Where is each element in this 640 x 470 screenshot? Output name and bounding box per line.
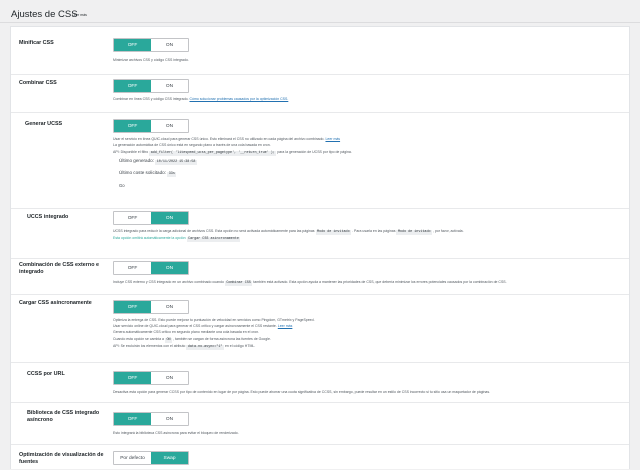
generate-ucss-api-code: add_filter( 'litespeed_ucss_per_pagetype… (149, 151, 277, 156)
ccss-per-url-description: Desactiva esta opción para generar CCSS … (113, 390, 491, 394)
ucss-inline-description-2: Esta opción omitirá automáticamente la o… (113, 235, 241, 242)
combine-external-inline-on-option[interactable]: ON (151, 262, 188, 274)
setting-row-combine-css: Combinar CSS OFF ON Combinar en línea CS… (11, 75, 629, 113)
combine-css-toggle[interactable]: OFF ON (113, 79, 189, 93)
async-inline-lib-off-option[interactable]: OFF (114, 413, 151, 425)
minify-css-off-option[interactable]: OFF (114, 39, 151, 51)
ucss-inline-off-option[interactable]: OFF (114, 212, 151, 224)
font-display-toggle[interactable]: Por defecto Swap (113, 451, 189, 465)
ucss-last-requested: Último coste solicitado: 33s (119, 170, 177, 177)
async-css-desc5-text: API: Se excluirán los elementos con el a… (113, 344, 186, 348)
combine-external-combine-code: Combinar CSS (224, 281, 253, 286)
minify-css-description: Minimizar archivos CSS y código CSS inte… (113, 58, 189, 62)
setting-row-ccss-per-url: CCSS por URL OFF ON Desactiva esta opció… (11, 363, 629, 403)
generate-ucss-description-3: API: Disponible el filtro add_filter( 'l… (113, 149, 352, 156)
combine-external-inline-description: Incluye CSS externo y CSS integrado en u… (113, 279, 507, 286)
ucss-inline-desc-text-post: , por favor, actívala. (433, 229, 464, 233)
ccss-per-url-label: CCSS por URL (27, 371, 65, 377)
combine-css-description: Combinar en línea CSS y código CSS integ… (113, 96, 288, 102)
combine-external-desc-text-post: también está activado. Esta opción ayuda… (253, 280, 507, 284)
ucss-inline-description-1: UCSS integrado para reducir la carga adi… (113, 228, 464, 235)
combine-css-description-text: Combinar en línea CSS y código CSS integ… (113, 97, 189, 101)
font-display-default-option[interactable]: Por defecto (114, 452, 151, 464)
combine-css-off-option[interactable]: OFF (114, 80, 151, 92)
async-css-description-3: Genera automáticamente CSS crítico en se… (113, 330, 260, 334)
ccss-per-url-on-option[interactable]: ON (151, 372, 188, 384)
ccss-per-url-toggle[interactable]: OFF ON (113, 371, 189, 385)
async-css-description-4: Cuando esta opción se cambia a ON , tamb… (113, 336, 271, 343)
ucss-last-requested-label: Último coste solicitado: (119, 170, 166, 175)
settings-panel: Minificar CSS OFF ON Minimizar archivos … (10, 26, 630, 469)
page-title: Ajustes de CSS (11, 9, 78, 20)
async-inline-lib-description: Esto integrará la biblioteca CSS asíncro… (113, 431, 239, 435)
generate-ucss-description-1-text: Usar el servicio en línea QUIC.cloud par… (113, 137, 325, 141)
async-css-desc4-text: Cuando esta opción se cambia a (113, 337, 164, 341)
ucss-inline-desc-text: UCSS integrado para reducir la carga adi… (113, 229, 315, 233)
setting-row-ucss-inline: UCCS integrado OFF ON UCSS integrado par… (11, 209, 629, 259)
ucss-last-generated: Último generado: 10/11/2022 15:38:58 (119, 158, 197, 165)
combine-css-troubleshoot-link[interactable]: Cómo solucionar problemas causados por l… (189, 97, 288, 101)
minify-css-toggle[interactable]: OFF ON (113, 38, 189, 52)
ucss-inline-toggle[interactable]: OFF ON (113, 211, 189, 225)
generate-ucss-api-text: API: Disponible el filtro (113, 150, 149, 154)
generate-ucss-toggle[interactable]: OFF ON (113, 119, 189, 133)
async-css-desc2-text: Usar servicio online de QUIC.cloud para … (113, 324, 277, 328)
generate-ucss-on-option[interactable]: ON (151, 120, 188, 132)
generate-ucss-read-more-link[interactable]: Leer más (325, 137, 340, 141)
async-css-toggle[interactable]: OFF ON (113, 300, 189, 314)
combine-external-inline-toggle[interactable]: OFF ON (113, 261, 189, 275)
ucss-inline-guest-mode-code-2: Modo de invitado (396, 230, 433, 235)
ccss-per-url-off-option[interactable]: OFF (114, 372, 151, 384)
setting-row-async-inline-lib: Biblioteca de CSS integrado asíncrono OF… (11, 403, 629, 445)
combine-external-inline-off-option[interactable]: OFF (114, 262, 151, 274)
setting-row-generate-ucss: Generar UCSS OFF ON Usar el servicio en … (11, 113, 629, 209)
ucss-last-generated-value: 10/11/2022 15:38:58 (155, 160, 197, 165)
setting-row-font-display: Optimización de visualización de fuentes… (11, 445, 629, 470)
async-inline-lib-on-option[interactable]: ON (151, 413, 188, 425)
ucss-last-generated-label: Último generado: (119, 158, 154, 163)
async-css-off-option[interactable]: OFF (114, 301, 151, 313)
ucss-inline-desc2-text: Esta opción omitirá automáticamente la o… (113, 236, 186, 240)
async-inline-lib-label: Biblioteca de CSS integrado asíncrono (27, 410, 100, 423)
ucss-inline-async-code: Cargar CSS asíncronamente (186, 237, 241, 242)
combine-external-inline-label: Combinación de CSS externo e integrado (19, 262, 99, 275)
minify-css-on-option[interactable]: ON (151, 39, 188, 51)
ucss-inline-desc-text-mid: . Para usarla en las páginas (352, 229, 396, 233)
learn-more-link[interactable]: Leer más (72, 13, 87, 17)
ucss-inline-guest-mode-code: Modo de invitado (315, 230, 352, 235)
header-divider (0, 22, 640, 23)
minify-css-label: Minificar CSS (19, 40, 54, 46)
generate-ucss-description-2: La generación automática de CSS único es… (113, 143, 271, 147)
ucss-go-text: Go (119, 183, 125, 188)
ucss-inline-on-option[interactable]: ON (151, 212, 188, 224)
font-display-swap-option[interactable]: Swap (151, 452, 188, 464)
async-css-read-more-link[interactable]: Leer más (278, 324, 293, 328)
async-css-label: Cargar CSS asíncronamente (19, 300, 92, 306)
font-display-label: Optimización de visualización de fuentes (19, 452, 104, 465)
async-inline-lib-toggle[interactable]: OFF ON (113, 412, 189, 426)
combine-external-desc-text: Incluye CSS externo y CSS integrado en u… (113, 280, 224, 284)
setting-row-combine-external-inline: Combinación de CSS externo e integrado O… (11, 259, 629, 295)
combine-css-on-option[interactable]: ON (151, 80, 188, 92)
combine-css-label: Combinar CSS (19, 80, 57, 86)
async-css-attribute-code: data-no-async="1" (186, 345, 224, 350)
async-css-description-5: API: Se excluirán los elementos con el a… (113, 343, 255, 350)
ucss-inline-label: UCCS integrado (27, 214, 69, 220)
async-css-desc5-text-post: en el código HTML. (224, 344, 256, 348)
ucss-last-requested-value: 33s (167, 172, 177, 177)
page-header: Ajustes de CSS Leer más (0, 0, 640, 24)
async-css-desc4-text-post: , también se cargan de forma asíncrona l… (173, 337, 271, 341)
generate-ucss-off-option[interactable]: OFF (114, 120, 151, 132)
generate-ucss-label: Generar UCSS (25, 121, 63, 127)
setting-row-minify-css: Minificar CSS OFF ON Minimizar archivos … (11, 27, 629, 75)
async-css-on-option[interactable]: ON (151, 301, 188, 313)
setting-row-async-css: Cargar CSS asíncronamente OFF ON Optimiz… (11, 295, 629, 363)
generate-ucss-api-text-post: para la generación de UCSS por tipo de p… (277, 150, 352, 154)
